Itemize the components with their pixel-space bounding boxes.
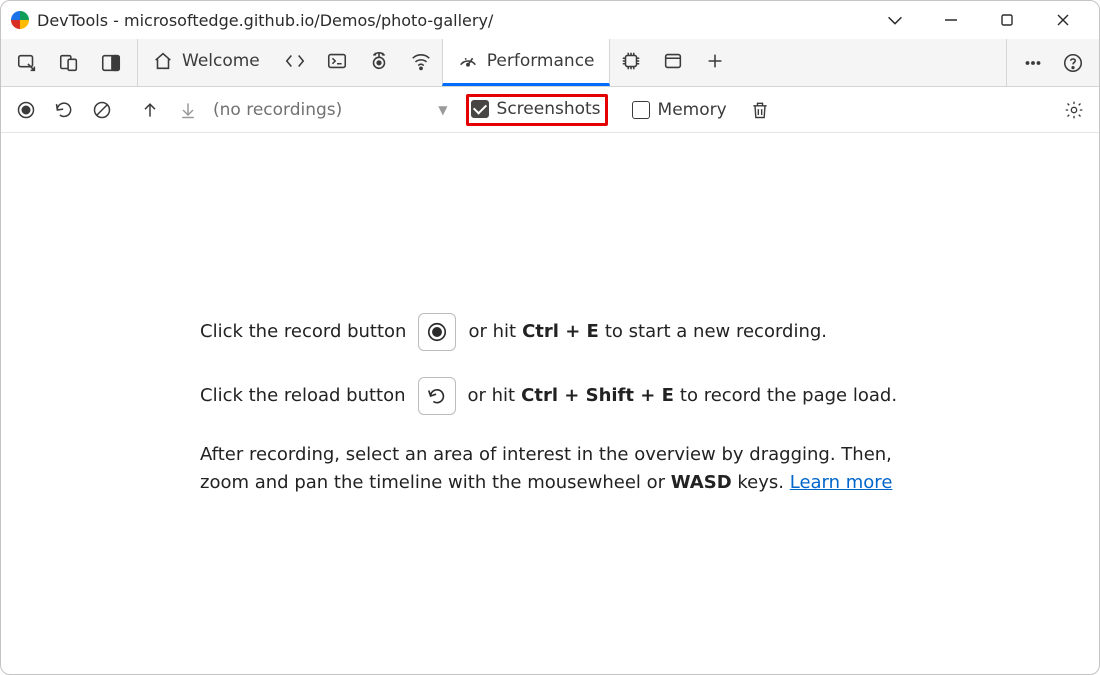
settings-gear-icon[interactable]: [1057, 93, 1091, 127]
memory-checkbox[interactable]: Memory: [626, 98, 733, 122]
record-post-a: or hit: [468, 318, 516, 346]
dropdown-triangle-icon: ▼: [438, 103, 447, 117]
recording-dropdown[interactable]: (no recordings) ▼: [213, 100, 448, 120]
reload-pre-text: Click the reload button: [200, 382, 406, 410]
record-pre-text: Click the record button: [200, 318, 406, 346]
upload-button[interactable]: [133, 93, 167, 127]
record-post-b: to start a new recording.: [605, 318, 827, 346]
reload-record-button[interactable]: [47, 93, 81, 127]
tab-memory[interactable]: [610, 39, 652, 86]
reload-post-a: or hit: [468, 382, 516, 410]
window-system-buttons: [873, 4, 1099, 36]
tab-console[interactable]: [316, 39, 358, 86]
close-button[interactable]: [1041, 4, 1085, 36]
tab-performance-label: Performance: [487, 51, 595, 71]
recording-dropdown-label: (no recordings): [213, 100, 342, 120]
record-icon-inline: [418, 313, 456, 351]
maximize-button[interactable]: [985, 4, 1029, 36]
tabstrip-right-controls: [1006, 39, 1099, 86]
screenshots-checkbox[interactable]: Screenshots: [466, 94, 608, 126]
window-titlebar: DevTools - microsoftedge.github.io/Demos…: [1, 1, 1099, 39]
tab-sources[interactable]: [358, 39, 400, 86]
record-button[interactable]: [9, 93, 43, 127]
garbage-collect-button[interactable]: [743, 93, 777, 127]
reload-icon-inline: [418, 377, 456, 415]
performance-empty-state: Click the record button or hit Ctrl + E …: [1, 133, 1099, 674]
learn-more-link[interactable]: Learn more: [790, 472, 893, 493]
reload-shortcut: Ctrl + Shift + E: [521, 382, 674, 410]
memory-label: Memory: [658, 100, 727, 120]
devtools-window: DevTools - microsoftedge.github.io/Demos…: [0, 0, 1100, 675]
record-shortcut: Ctrl + E: [522, 318, 599, 346]
checkbox-unchecked-icon: [632, 101, 650, 119]
instruction-reload-row: Click the reload button or hit Ctrl + Sh…: [200, 377, 900, 415]
tabstrip-left-controls: [1, 39, 138, 86]
tab-welcome-label: Welcome: [182, 51, 260, 71]
instruction-record-row: Click the record button or hit Ctrl + E …: [200, 313, 900, 351]
after-text-b: keys.: [737, 472, 784, 493]
dock-side-icon[interactable]: [93, 45, 129, 81]
tab-performance[interactable]: Performance: [442, 39, 610, 86]
window-title: DevTools - microsoftedge.github.io/Demos…: [37, 11, 873, 30]
tab-application[interactable]: [652, 39, 694, 86]
chevron-down-icon[interactable]: [873, 4, 917, 36]
help-icon[interactable]: [1055, 45, 1091, 81]
tab-network[interactable]: [400, 39, 442, 86]
minimize-button[interactable]: [929, 4, 973, 36]
performance-toolbar: (no recordings) ▼ Screenshots Memory: [1, 87, 1099, 133]
tab-add[interactable]: [694, 39, 736, 86]
clear-button[interactable]: [85, 93, 119, 127]
tabs-list: Welcome Performance: [138, 39, 736, 86]
after-kbd: WASD: [671, 472, 732, 493]
tab-elements[interactable]: [274, 39, 316, 86]
tab-welcome[interactable]: Welcome: [138, 39, 274, 86]
app-icon: [11, 11, 29, 29]
download-button[interactable]: [171, 93, 205, 127]
device-emulation-icon[interactable]: [51, 45, 87, 81]
devtools-tabstrip: Welcome Performance: [1, 39, 1099, 87]
more-tools-icon[interactable]: [1015, 45, 1051, 81]
screenshots-label: Screenshots: [497, 99, 601, 119]
instructions: Click the record button or hit Ctrl + E …: [200, 313, 900, 523]
inspect-element-icon[interactable]: [9, 45, 45, 81]
after-text-a: After recording, select an area of inter…: [200, 444, 892, 493]
instruction-after-row: After recording, select an area of inter…: [200, 441, 900, 497]
reload-post-b: to record the page load.: [680, 382, 897, 410]
checkbox-checked-icon: [471, 100, 489, 118]
